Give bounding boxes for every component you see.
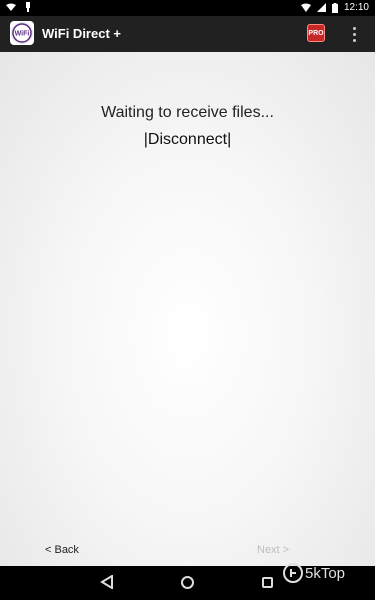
status-bar-left	[6, 2, 32, 12]
status-bar: 12:10	[0, 0, 375, 16]
status-time: 12:10	[343, 2, 369, 13]
back-button[interactable]: < Back	[45, 544, 79, 556]
wifi-notification-icon	[6, 3, 16, 11]
overflow-menu-icon[interactable]	[347, 24, 361, 44]
status-message: Waiting to receive files...	[101, 104, 274, 121]
app-logo-text: WiFi	[15, 31, 30, 38]
app-logo-icon: WiFi	[10, 21, 34, 45]
main-content: Waiting to receive files... |Disconnect|…	[0, 52, 375, 566]
nav-back-icon[interactable]	[100, 575, 114, 589]
app-bar: WiFi WiFi Direct + PRO	[0, 16, 375, 52]
watermark-logo-icon	[283, 563, 303, 583]
nav-home-icon[interactable]	[181, 576, 194, 589]
watermark-text: 5kTop	[305, 564, 346, 582]
download-notification-icon	[26, 2, 30, 12]
wifi-signal-icon	[300, 3, 311, 12]
disconnect-button[interactable]: |Disconnect|	[0, 131, 375, 149]
cell-signal-icon	[316, 3, 326, 12]
app-title: WiFi Direct +	[42, 26, 121, 41]
status-bar-right: 12:10	[300, 2, 369, 13]
battery-icon	[331, 2, 338, 13]
watermark: 5kTop	[283, 563, 345, 583]
nav-recents-icon[interactable]	[262, 577, 273, 588]
next-button[interactable]: Next >	[257, 544, 289, 556]
pro-badge-button[interactable]: PRO	[307, 24, 325, 42]
